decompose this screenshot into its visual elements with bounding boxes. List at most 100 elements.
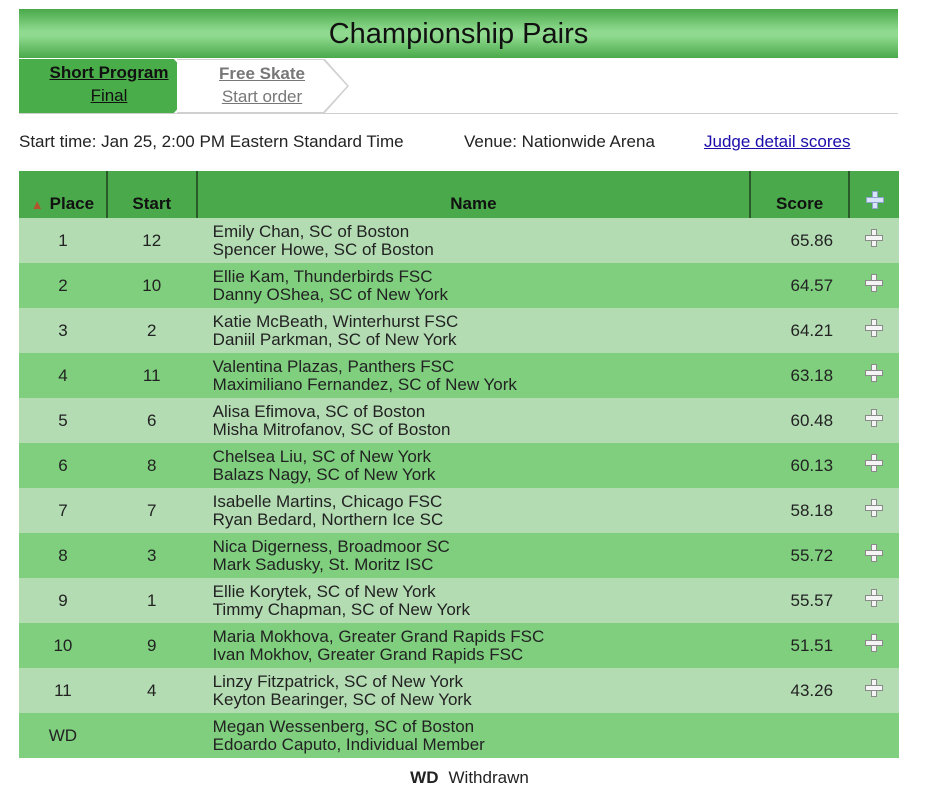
expand-cell[interactable] xyxy=(849,443,899,488)
table-row: 5 6 Alisa Efimova, SC of Boston Misha Mitro… xyxy=(19,398,899,443)
skater-2: Danny OShea, SC of New York xyxy=(212,284,448,304)
skater-1: Linzy Fitzpatrick, SC of New York xyxy=(212,671,464,691)
place-cell: 1 xyxy=(19,218,107,263)
expand-cell xyxy=(849,713,899,758)
table-row: 10 9 Maria Mokhova, Greater Grand Rapids F… xyxy=(19,623,899,668)
sort-up-icon[interactable]: ▲ xyxy=(31,197,44,212)
expand-all-icon[interactable] xyxy=(865,191,884,209)
expand-plus-icon[interactable] xyxy=(865,319,884,337)
round-tabs: Short Program Final Free Skate Start ord… xyxy=(19,59,898,114)
expand-plus-icon[interactable] xyxy=(865,454,884,472)
table-row: 8 3 Nica Digerness, Broadmoor SC Mark Sadus… xyxy=(19,533,899,578)
name-cell: Linzy Fitzpatrick, SC of New York Keyton … xyxy=(196,668,751,713)
skater-2: Misha Mitrofanov, SC of Boston xyxy=(212,419,451,439)
expand-plus-icon[interactable] xyxy=(865,229,884,247)
expand-cell[interactable] xyxy=(849,623,899,668)
skater-2: Ivan Mokhov, Greater Grand Rapids FSC xyxy=(212,644,524,664)
start-cell: 6 xyxy=(106,398,197,443)
place-cell: 4 xyxy=(19,353,107,398)
name-header[interactable]: Name xyxy=(196,171,752,218)
skater-1: Isabelle Martins, Chicago FSC xyxy=(212,491,443,511)
skater-1: Ellie Kam, Thunderbirds FSC xyxy=(212,266,433,286)
tab-short-program-label[interactable]: Short Program xyxy=(19,63,199,83)
start-cell: 10 xyxy=(106,263,197,308)
place-header-label: Place xyxy=(49,194,95,213)
score-header[interactable]: Score xyxy=(750,171,851,218)
skater-2: Ryan Bedard, Northern Ice SC xyxy=(212,509,444,529)
table-row: 4 11 Valentina Plazas, Panthers FSC Maximil… xyxy=(19,353,899,398)
expand-plus-icon[interactable] xyxy=(865,364,884,382)
name-cell: Isabelle Martins, Chicago FSC Ryan Bedard… xyxy=(196,488,751,533)
expand-plus-icon[interactable] xyxy=(865,634,884,652)
expand-plus-icon[interactable] xyxy=(865,409,884,427)
expand-plus-icon[interactable] xyxy=(865,499,884,517)
place-cell: 6 xyxy=(19,443,107,488)
table-row: 9 1 Ellie Korytek, SC of New York Timmy Cha… xyxy=(19,578,899,623)
table-row: 3 2 Katie McBeath, Winterhurst FSC Daniil P… xyxy=(19,308,899,353)
tab-free-skate-sublabel[interactable]: Start order xyxy=(177,87,347,107)
start-time: Start time: Jan 25, 2:00 PM Eastern Stan… xyxy=(19,132,404,151)
tab-short-program[interactable]: Short Program Final xyxy=(19,59,199,113)
place-cell: 11 xyxy=(19,668,107,713)
skater-2: Keyton Bearinger, SC of New York xyxy=(212,689,472,709)
place-cell: 5 xyxy=(19,398,107,443)
skater-1: Nica Digerness, Broadmoor SC xyxy=(212,536,450,556)
score-cell: 43.26 xyxy=(750,668,850,713)
place-cell: 9 xyxy=(19,578,107,623)
judge-detail-link[interactable]: Judge detail scores xyxy=(704,132,850,152)
score-cell: 55.57 xyxy=(750,578,850,623)
place-cell: 3 xyxy=(19,308,107,353)
expand-cell[interactable] xyxy=(849,398,899,443)
expand-cell[interactable] xyxy=(849,263,899,308)
expand-cell[interactable] xyxy=(849,218,899,263)
table-row: 1 12 Emily Chan, SC of Boston Spencer Howe,… xyxy=(19,218,899,263)
table-header-row: ▲ Place Start Name Score xyxy=(19,171,899,218)
expand-all-header[interactable] xyxy=(849,171,899,218)
expand-cell[interactable] xyxy=(849,533,899,578)
name-cell: Maria Mokhova, Greater Grand Rapids FSC I… xyxy=(196,623,751,668)
results-table: ▲ Place Start Name Score 1 12 Emily Chan, S… xyxy=(19,171,899,758)
name-cell: Alisa Efimova, SC of Boston Misha Mitrofa… xyxy=(196,398,751,443)
start-header[interactable]: Start xyxy=(106,171,198,218)
score-cell: 60.13 xyxy=(750,443,850,488)
expand-plus-icon[interactable] xyxy=(865,589,884,607)
skater-1: Emily Chan, SC of Boston xyxy=(212,221,410,241)
name-cell: Katie McBeath, Winterhurst FSC Daniil Par… xyxy=(196,308,751,353)
skater-2: Maximiliano Fernandez, SC of New York xyxy=(212,374,517,394)
score-cell: 63.18 xyxy=(750,353,850,398)
legend: WD Withdrawn xyxy=(0,768,939,788)
expand-plus-icon[interactable] xyxy=(865,679,884,697)
score-cell: 58.18 xyxy=(750,488,850,533)
expand-cell[interactable] xyxy=(849,308,899,353)
name-cell: Nica Digerness, Broadmoor SC Mark Sadusky… xyxy=(196,533,751,578)
start-cell xyxy=(106,713,197,758)
expand-cell[interactable] xyxy=(849,353,899,398)
tab-free-skate-label[interactable]: Free Skate xyxy=(177,64,347,84)
score-cell: 64.21 xyxy=(750,308,850,353)
start-cell: 2 xyxy=(106,308,197,353)
tab-short-program-sublabel[interactable]: Final xyxy=(19,86,199,106)
place-cell: 7 xyxy=(19,488,107,533)
start-cell: 3 xyxy=(106,533,197,578)
start-cell: 12 xyxy=(106,218,197,263)
expand-cell[interactable] xyxy=(849,668,899,713)
tab-free-skate[interactable]: Free Skate Start order xyxy=(177,59,349,113)
skater-2: Mark Sadusky, St. Moritz ISC xyxy=(212,554,434,574)
expand-cell[interactable] xyxy=(849,578,899,623)
name-cell: Ellie Kam, Thunderbirds FSC Danny OShea, … xyxy=(196,263,751,308)
expand-plus-icon[interactable] xyxy=(865,274,884,292)
name-cell: Valentina Plazas, Panthers FSC Maximilian… xyxy=(196,353,751,398)
skater-1: Alisa Efimova, SC of Boston xyxy=(212,401,426,421)
place-cell: 8 xyxy=(19,533,107,578)
table-row: 11 4 Linzy Fitzpatrick, SC of New York Keyt… xyxy=(19,668,899,713)
place-header[interactable]: ▲ Place xyxy=(19,171,108,218)
skater-2: Edoardo Caputo, Individual Member xyxy=(212,734,485,754)
expand-cell[interactable] xyxy=(849,488,899,533)
skater-1: Katie McBeath, Winterhurst FSC xyxy=(212,311,459,331)
skater-1: Chelsea Liu, SC of New York xyxy=(212,446,431,466)
skater-1: Megan Wessenberg, SC of Boston xyxy=(212,716,475,736)
name-cell: Emily Chan, SC of Boston Spencer Howe, SC… xyxy=(196,218,751,263)
expand-plus-icon[interactable] xyxy=(865,544,884,562)
name-cell: Chelsea Liu, SC of New York Balazs Nagy, … xyxy=(196,443,751,488)
venue: Venue: Nationwide Arena xyxy=(464,132,655,151)
